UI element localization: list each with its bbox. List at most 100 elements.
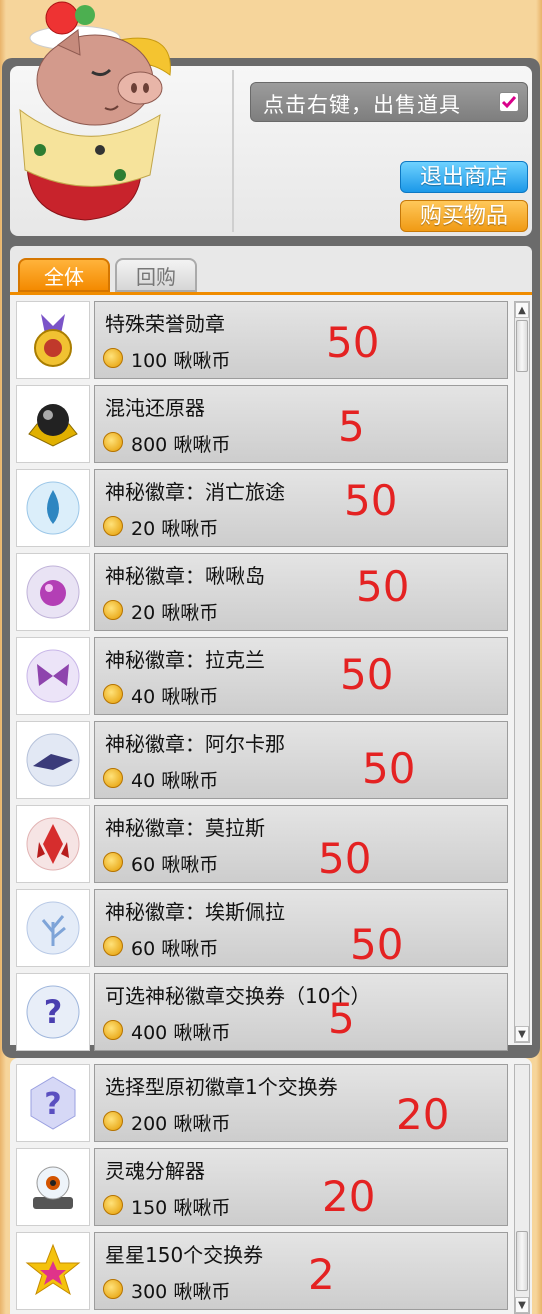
item-info[interactable]: 神秘徽章：莫拉斯 60 啾啾币 <box>94 805 508 883</box>
coin-icon <box>103 600 123 620</box>
quantity-annotation: 50 <box>362 744 416 793</box>
shop-item-row[interactable]: 混沌还原器 800 啾啾币 <box>14 385 510 463</box>
item-info[interactable]: 特殊荣誉勋章 100 啾啾币 <box>94 301 508 379</box>
quantity-annotation: 50 <box>356 562 410 611</box>
question-ticket-icon[interactable]: ? <box>16 973 90 1051</box>
quantity-annotation: 50 <box>326 318 380 367</box>
sell-hint-box: 点击右键，出售道具 <box>250 82 528 122</box>
item-name: 神秘徽章：啾啾岛 <box>105 564 265 588</box>
item-list-scrollbar[interactable]: ▲ ▼ <box>514 301 530 1043</box>
hex-question-icon[interactable]: ? <box>16 1064 90 1142</box>
coin-icon <box>103 432 123 452</box>
item-name: 神秘徽章：拉克兰 <box>105 648 265 672</box>
header-divider <box>232 70 234 232</box>
shop-item-row[interactable]: 灵魂分解器 150 啾啾币 <box>14 1148 510 1226</box>
shop-item-row[interactable]: 神秘徽章：消亡旅途 20 啾啾币 <box>14 469 510 547</box>
coin-icon <box>103 1195 123 1215</box>
item-price: 40 啾啾币 <box>131 686 219 708</box>
item-price: 400 啾啾币 <box>131 1022 231 1044</box>
item-price: 300 啾啾币 <box>131 1281 231 1303</box>
item-name: 神秘徽章：莫拉斯 <box>105 816 265 840</box>
check-icon <box>501 96 517 109</box>
item-price: 150 啾啾币 <box>131 1197 231 1219</box>
item-price: 100 啾啾币 <box>131 350 231 372</box>
item-info[interactable]: 神秘徽章：阿尔卡那 40 啾啾币 <box>94 721 508 799</box>
soul-decomposer-icon[interactable] <box>16 1148 90 1226</box>
quantity-annotation: 50 <box>340 650 394 699</box>
scroll-down-arrow[interactable]: ▼ <box>515 1026 529 1042</box>
sell-checkbox[interactable] <box>499 92 519 112</box>
quantity-annotation: 5 <box>338 402 365 451</box>
scroll-up-arrow[interactable]: ▲ <box>515 302 529 318</box>
tree-badge-icon[interactable] <box>16 889 90 967</box>
item-info[interactable]: 神秘徽章：啾啾岛 20 啾啾币 <box>94 553 508 631</box>
shopkeeper-pig-avatar <box>19 1 171 221</box>
item-name: 混沌还原器 <box>105 396 205 420</box>
shop-item-row[interactable]: 神秘徽章：啾啾岛 20 啾啾币 <box>14 553 510 631</box>
item-info[interactable]: 神秘徽章：消亡旅途 20 啾啾币 <box>94 469 508 547</box>
quantity-annotation: 20 <box>396 1090 450 1139</box>
quantity-annotation: 50 <box>344 476 398 525</box>
coin-icon <box>103 516 123 536</box>
shop-item-row[interactable]: 特殊荣誉勋章 100 啾啾币 <box>14 301 510 379</box>
coin-icon <box>103 852 123 872</box>
item-price: 60 啾啾币 <box>131 938 219 960</box>
shop-item-row[interactable]: 星星150个交换券 300 啾啾币 <box>14 1232 510 1310</box>
item-price: 200 啾啾币 <box>131 1113 231 1135</box>
coin-icon <box>103 1111 123 1131</box>
star-ticket-icon[interactable] <box>16 1232 90 1310</box>
item-name: 选择型原初徽章1个交换券 <box>105 1075 338 1099</box>
item-list-scrollbar-2[interactable]: ▼ <box>514 1064 530 1314</box>
shop-item-row[interactable]: 神秘徽章：埃斯佩拉 60 啾啾币 <box>14 889 510 967</box>
item-price: 20 啾啾币 <box>131 602 219 624</box>
svg-text:?: ? <box>44 1087 61 1122</box>
item-price: 60 啾啾币 <box>131 854 219 876</box>
quantity-annotation: 50 <box>350 920 404 969</box>
item-info[interactable]: 星星150个交换券 300 啾啾币 <box>94 1232 508 1310</box>
orb-badge-icon[interactable] <box>16 553 90 631</box>
chaos-restorer-icon[interactable] <box>16 385 90 463</box>
tab-all[interactable]: 全体 <box>18 258 110 292</box>
item-price: 20 啾啾币 <box>131 518 219 540</box>
item-name: 灵魂分解器 <box>105 1159 205 1183</box>
item-name: 神秘徽章：阿尔卡那 <box>105 732 285 756</box>
quantity-annotation: 5 <box>328 994 355 1043</box>
coin-icon <box>103 684 123 704</box>
water-badge-icon[interactable] <box>16 469 90 547</box>
buy-item-button[interactable]: 购买物品 <box>400 200 528 232</box>
tab-buyback[interactable]: 回购 <box>115 258 197 292</box>
item-name: 神秘徽章：消亡旅途 <box>105 480 285 504</box>
tab-bar: 全体 回购 <box>10 246 532 294</box>
item-name: 特殊荣誉勋章 <box>105 312 225 336</box>
scroll-thumb-2[interactable] <box>516 1231 528 1291</box>
scroll-thumb[interactable] <box>516 320 528 372</box>
item-info[interactable]: 可选神秘徽章交换券（10个） 400 啾啾币 <box>94 973 508 1051</box>
shop-item-row[interactable]: 神秘徽章：阿尔卡那 40 啾啾币 <box>14 721 510 799</box>
crystal-badge-icon[interactable] <box>16 805 90 883</box>
sell-hint-label: 点击右键，出售道具 <box>263 93 461 117</box>
quantity-annotation: 20 <box>322 1172 376 1221</box>
coin-icon <box>103 1279 123 1299</box>
exit-shop-button[interactable]: 退出商店 <box>400 161 528 193</box>
item-info[interactable]: 神秘徽章：拉克兰 40 啾啾币 <box>94 637 508 715</box>
shop-item-row[interactable]: 神秘徽章：莫拉斯 60 啾啾币 <box>14 805 510 883</box>
item-name: 神秘徽章：埃斯佩拉 <box>105 900 285 924</box>
item-info[interactable]: 神秘徽章：埃斯佩拉 60 啾啾币 <box>94 889 508 967</box>
coin-icon <box>103 348 123 368</box>
item-info[interactable]: 混沌还原器 800 啾啾币 <box>94 385 508 463</box>
dragon-badge-icon[interactable] <box>16 721 90 799</box>
medal-icon[interactable] <box>16 301 90 379</box>
quantity-annotation: 50 <box>318 834 372 883</box>
shop-item-row[interactable]: 神秘徽章：拉克兰 40 啾啾币 <box>14 637 510 715</box>
coin-icon <box>103 768 123 788</box>
butterfly-badge-icon[interactable] <box>16 637 90 715</box>
item-name: 星星150个交换券 <box>105 1243 264 1267</box>
coin-icon <box>103 1020 123 1040</box>
shop-item-row[interactable]: ? 可选神秘徽章交换券（10个） 400 啾啾币 <box>14 973 510 1051</box>
scroll-down-arrow-2[interactable]: ▼ <box>515 1297 529 1313</box>
svg-text:?: ? <box>44 993 63 1031</box>
coin-icon <box>103 936 123 956</box>
item-price: 40 啾啾币 <box>131 770 219 792</box>
item-info[interactable]: 灵魂分解器 150 啾啾币 <box>94 1148 508 1226</box>
quantity-annotation: 2 <box>308 1250 335 1299</box>
